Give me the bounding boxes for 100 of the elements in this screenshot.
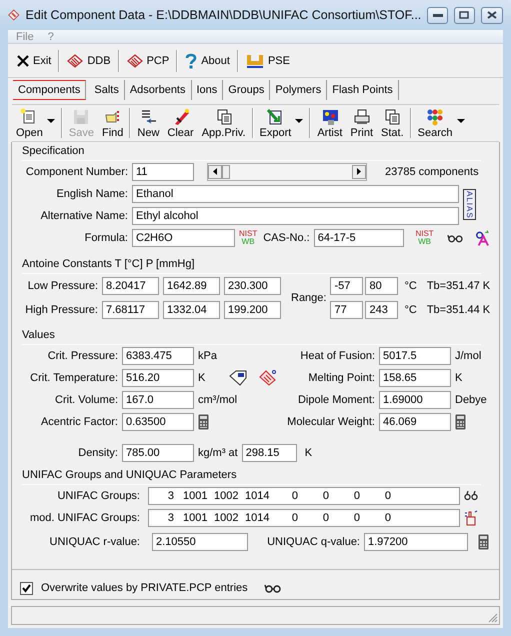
input-field[interactable]: Ethyl alcohol [132,206,459,225]
minimize-icon [432,14,443,16]
input-field[interactable]: 80 [365,276,398,295]
unit-label: kPa [198,350,217,362]
field-label: Dipole Moment: [298,394,375,406]
input-field[interactable]: 7.68117 [102,300,159,319]
printer-icon [352,108,371,126]
input-field[interactable]: 64-17-5 [314,228,404,247]
toolbar-button[interactable]: Stat. [377,108,408,139]
toolbar-button[interactable]: Export [256,108,296,139]
input-field[interactable]: 298.15 [242,444,297,462]
input-field[interactable]: 199.200 [224,300,281,319]
field-label: Melting Point: [308,372,375,384]
input-field[interactable]: 3 1001 1002 1014 0 0 0 0 [148,486,460,505]
input-field[interactable]: 1642.89 [163,276,220,295]
maximize-button[interactable] [454,6,475,24]
calculator-icon[interactable] [478,534,489,550]
field-label: Alternative Name: [40,210,128,222]
unit-label: °C [404,280,417,292]
unit-label: Debye [455,394,487,406]
input-field[interactable]: 2.10550 [152,532,248,551]
table-icon [246,52,264,69]
input-field[interactable]: 11 [132,162,194,181]
copy-icon [383,108,402,126]
checkbox-label: Overwrite values by PRIVATE.PCP entries [41,582,248,594]
input-field[interactable]: 167.0 [122,390,194,409]
calculator-icon[interactable] [455,414,466,430]
font-change-icon[interactable] [474,228,491,247]
resize-grip-icon[interactable] [488,613,498,624]
tab[interactable]: Flash Points [327,80,399,100]
tab[interactable]: Ions [192,80,224,100]
unit-label: J/mol [455,350,482,362]
input-field[interactable]: C2H6O [132,228,235,247]
field-label: Heat of Fusion: [300,350,375,362]
close-icon [17,54,29,67]
input-field[interactable]: -57 [330,276,364,295]
diamond-icon [67,54,84,68]
field-label: Crit. Volume: [55,394,118,406]
nist-badge[interactable]: NIST WB [415,230,434,246]
field-label: Crit. Pressure: [48,350,118,362]
app-logo-icon [8,7,20,23]
input-field[interactable]: 6383.475 [122,346,194,365]
tag-icon[interactable] [229,370,248,386]
toolbar-button[interactable]: Artist [313,108,346,139]
copy-icon [214,108,233,126]
tab[interactable]: Salts [89,80,125,100]
component-count: 23785 components [385,166,479,178]
toolbar-button[interactable]: Clear [163,108,198,139]
checkbox[interactable] [20,582,33,595]
alias-button[interactable]: ALIAS [463,188,476,220]
input-field[interactable]: 8.20417 [102,276,159,295]
calculator-icon[interactable] [198,414,209,430]
field-label: Density: [78,446,118,459]
minimize-button[interactable] [427,6,448,24]
tab[interactable]: Groups [223,80,270,100]
input-field[interactable]: 243 [365,300,398,319]
toolbar-button[interactable]: App.Priv. [198,108,250,139]
toolbar-button[interactable]: Open [12,108,47,139]
field-label: Acentric Factor: [40,416,118,428]
input-field[interactable]: 77 [330,300,364,319]
glasses-icon[interactable] [464,490,478,501]
field-label: CAS-No.: [263,232,310,244]
input-field[interactable]: 1.69000 [379,390,451,409]
section-heading: UNIFAC Groups and UNIQUAC Parameters [22,468,237,481]
input-field[interactable]: 230.300 [224,276,281,295]
tab[interactable]: Components [13,80,86,100]
input-field[interactable]: 46.069 [379,412,451,431]
input-field[interactable]: 516.20 [122,368,194,387]
tab[interactable]: Polymers [270,80,328,100]
scroll-bar[interactable] [207,162,367,181]
boiling-point-text: Tb=351.47 K [426,280,490,292]
field-label: UNIFAC Groups: [57,490,140,502]
input-field[interactable]: 785.00 [122,444,194,462]
toolbar-button[interactable]: Exit [12,52,56,69]
toolbar-button[interactable]: Find [98,108,128,139]
toolbar-button[interactable]: PCP [122,52,174,70]
field-label: High Pressure: [25,304,98,316]
diamond-icon [126,54,143,68]
field-label: UNIQUAC r-value: [50,536,140,548]
input-field[interactable]: 1.97200 [364,532,468,551]
input-field[interactable]: 3 1001 1002 1014 0 0 0 0 [148,508,460,527]
close-button[interactable] [480,6,503,24]
tab[interactable]: Adsorbents [124,80,192,100]
crossed-tag-icon[interactable] [259,370,278,386]
glasses-icon[interactable] [264,583,282,594]
toolbar-button[interactable]: Print [346,108,378,139]
glasses-icon[interactable] [447,232,464,243]
toolbar-button[interactable]: Search [414,108,456,139]
input-field[interactable]: 5017.5 [379,346,451,365]
toolbar-button[interactable]: DDB [62,52,116,70]
export-icon [266,108,284,126]
input-field[interactable]: 1332.04 [163,300,220,319]
toolbar-button[interactable]: New [133,108,164,139]
input-field[interactable]: 0.63500 [122,412,194,431]
toolbar-button[interactable]: About [180,50,235,71]
nist-badge[interactable]: NIST WB [239,230,258,246]
unit-label: K [198,372,206,384]
toolbar-button[interactable]: PSE [240,50,295,71]
input-field[interactable]: Ethanol [132,184,459,203]
input-field[interactable]: 158.65 [379,368,451,387]
